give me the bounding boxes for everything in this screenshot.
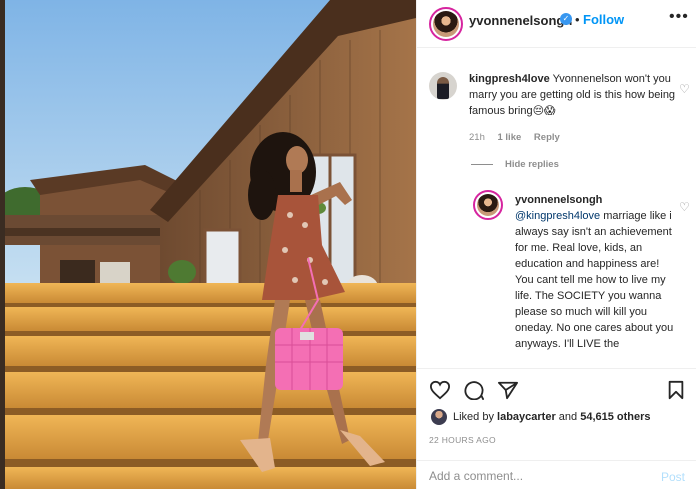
verified-badge-icon: ✓ [560, 13, 572, 25]
post-header: yvonnenelsongh ✓ • Follow ••• [417, 0, 696, 48]
heart-icon[interactable] [429, 380, 451, 400]
comment-icon[interactable] [463, 380, 485, 400]
liked-by-text: Liked by labaycarter and 54,615 others [453, 411, 651, 423]
liked-by-count[interactable]: 54,615 others [580, 411, 650, 423]
share-icon[interactable] [497, 380, 519, 400]
comment-age: 21h [469, 132, 485, 143]
more-options-icon[interactable]: ••• [669, 8, 689, 26]
reply-avatar[interactable] [473, 190, 503, 220]
photo-edge [0, 0, 5, 489]
post-timestamp[interactable]: 22 HOURS AGO [429, 435, 496, 445]
commenter-username[interactable]: kingpresh4love [469, 73, 550, 85]
post-side-panel: yvonnenelsongh ✓ • Follow ••• kingpresh4… [416, 0, 696, 489]
bookmark-icon[interactable] [667, 380, 685, 400]
photo-scene [0, 0, 416, 489]
hide-replies-button[interactable]: Hide replies [505, 159, 559, 170]
comment-text: kingpresh4love Yvonnenelson won't you ma… [469, 71, 681, 119]
add-comment-input[interactable] [429, 467, 629, 485]
comment-likes[interactable]: 1 like [498, 132, 522, 143]
liked-by-prefix: Liked by [453, 411, 498, 423]
comment-reply-button[interactable]: Reply [534, 132, 560, 143]
reply-like-heart-icon[interactable]: ♡ [679, 200, 690, 214]
reply-body: marriage like i always say isn't an achi… [515, 210, 674, 350]
comment-like-heart-icon[interactable]: ♡ [679, 82, 690, 96]
reply-text: yvonnenelsongh @kingpresh4love marriage … [515, 192, 675, 352]
author-username[interactable]: yvonnenelsongh [469, 13, 572, 28]
reply-mention[interactable]: @kingpresh4love [515, 210, 600, 222]
liked-by-avatar[interactable] [431, 409, 447, 425]
reply-username[interactable]: yvonnenelsongh [515, 194, 602, 206]
hide-replies-line [471, 164, 493, 165]
post-photo[interactable] [0, 0, 416, 489]
follow-button[interactable]: Follow [583, 12, 624, 27]
comment-meta: 21h 1 like Reply [469, 132, 570, 143]
liked-by-joiner: and [555, 411, 581, 423]
add-comment-bar: Post [417, 460, 696, 489]
comments-section[interactable]: kingpresh4love Yvonnenelson won't you ma… [417, 48, 696, 368]
liked-by-user[interactable]: labaycarter [497, 411, 556, 423]
post-comment-button[interactable]: Post [661, 470, 685, 484]
author-avatar[interactable] [429, 7, 463, 41]
commenter-avatar[interactable] [429, 72, 457, 100]
header-separator: • [575, 12, 580, 27]
